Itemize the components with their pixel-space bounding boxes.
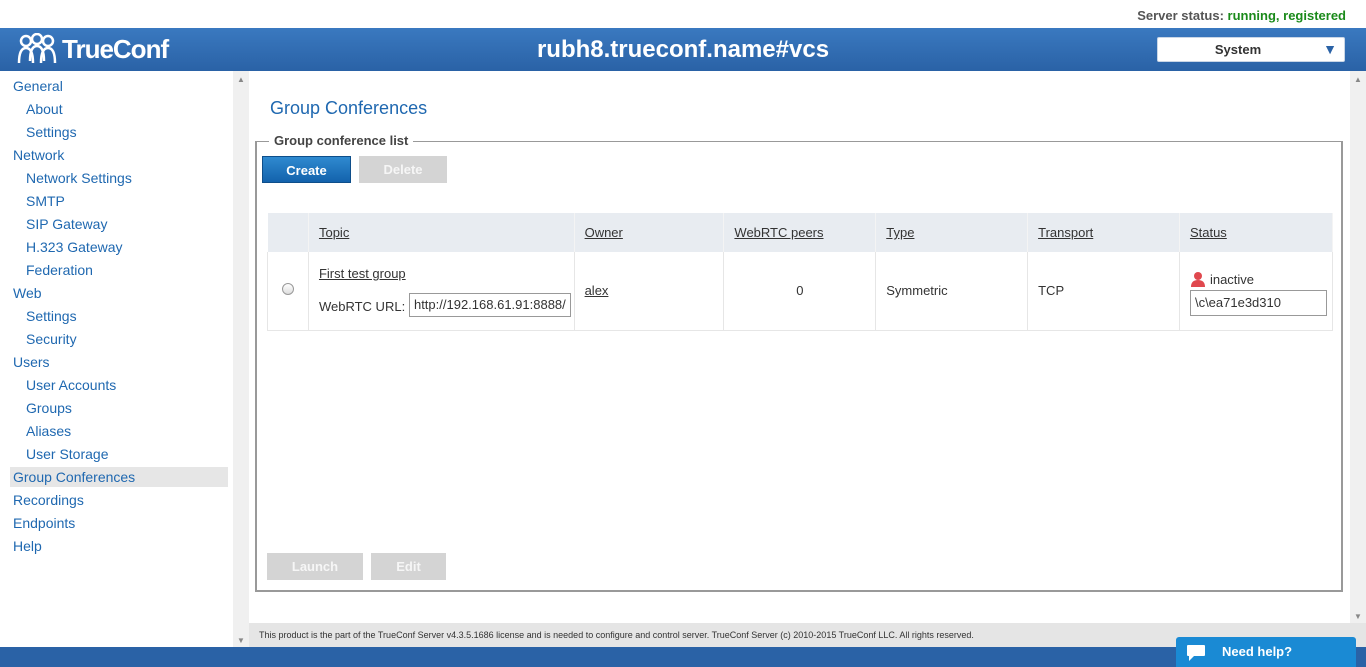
conference-table: Topic Owner WebRTC peers Type Transport … bbox=[267, 213, 1334, 331]
column-header-status[interactable]: Status bbox=[1179, 213, 1334, 252]
scroll-down-icon[interactable]: ▼ bbox=[237, 636, 245, 645]
system-select[interactable]: System ▼ bbox=[1157, 37, 1345, 62]
system-select-value: System bbox=[1214, 42, 1262, 57]
scroll-down-icon[interactable]: ▼ bbox=[1354, 612, 1362, 621]
main-content: Group Conferences Group conference list … bbox=[249, 71, 1350, 623]
page-title: Group Conferences bbox=[270, 98, 428, 118]
sidebar-nav: General About Settings Network Network S… bbox=[0, 71, 233, 647]
webrtc-url-field[interactable]: http://192.168.61.91:8888/ bbox=[408, 293, 571, 317]
topic-link[interactable]: First test group bbox=[319, 266, 406, 281]
edit-button[interactable]: Edit bbox=[371, 553, 446, 580]
sidebar-scrollbar[interactable]: ▲ ▼ bbox=[233, 71, 249, 647]
scroll-up-icon[interactable]: ▲ bbox=[1354, 75, 1362, 84]
select-column-header bbox=[267, 213, 309, 252]
sidebar-item-users[interactable]: Users bbox=[13, 352, 50, 372]
sidebar-item-smtp[interactable]: SMTP bbox=[26, 191, 65, 211]
topic-cell: First test group WebRTC URL: http://192.… bbox=[307, 252, 575, 331]
sidebar-item-user-storage[interactable]: User Storage bbox=[26, 444, 108, 464]
chat-bubble-icon bbox=[1187, 645, 1205, 661]
row-select-radio[interactable] bbox=[282, 283, 294, 296]
sidebar-item-endpoints[interactable]: Endpoints bbox=[13, 513, 75, 533]
conference-list-panel: Group conference list Create Delete Topi… bbox=[255, 133, 1343, 592]
sidebar-item-aliases[interactable]: Aliases bbox=[26, 421, 71, 441]
conference-id-field[interactable]: \c\ea71e3d310 bbox=[1189, 290, 1327, 317]
sidebar-item-about[interactable]: About bbox=[26, 99, 63, 119]
scroll-up-icon[interactable]: ▲ bbox=[237, 75, 245, 84]
sidebar-item-general[interactable]: General bbox=[13, 76, 63, 96]
server-status-bar: Server status: running, registered bbox=[0, 0, 1366, 28]
server-status-value: running, registered bbox=[1227, 8, 1346, 23]
table-header-row: Topic Owner WebRTC peers Type Transport … bbox=[267, 213, 1334, 252]
sidebar-item-group-conferences[interactable]: Group Conferences bbox=[10, 467, 228, 487]
column-header-owner[interactable]: Owner bbox=[574, 213, 725, 252]
column-header-transport[interactable]: Transport bbox=[1027, 213, 1180, 252]
sidebar-item-web[interactable]: Web bbox=[13, 283, 42, 303]
sidebar-item-general-settings[interactable]: Settings bbox=[26, 122, 77, 142]
status-text: inactive bbox=[1209, 271, 1255, 287]
webrtc-url-label: WebRTC URL: bbox=[318, 299, 406, 314]
create-button[interactable]: Create bbox=[262, 156, 351, 183]
delete-button[interactable]: Delete bbox=[359, 156, 447, 183]
status-cell: inactive \c\ea71e3d310 bbox=[1178, 252, 1334, 331]
column-header-type[interactable]: Type bbox=[875, 213, 1029, 252]
webrtc-peers-cell: 0 bbox=[723, 252, 877, 331]
type-cell: Symmetric bbox=[875, 252, 1029, 331]
column-header-webrtc-peers[interactable]: WebRTC peers bbox=[723, 213, 877, 252]
sidebar-item-recordings[interactable]: Recordings bbox=[13, 490, 84, 510]
owner-cell: alex bbox=[573, 252, 725, 331]
conference-list-legend: Group conference list bbox=[269, 133, 414, 148]
owner-link[interactable]: alex bbox=[585, 283, 609, 298]
sidebar-item-sip-gateway[interactable]: SIP Gateway bbox=[26, 214, 107, 234]
sidebar-item-federation[interactable]: Federation bbox=[26, 260, 93, 280]
user-inactive-icon bbox=[1190, 272, 1205, 288]
server-status: Server status: running, registered bbox=[1137, 8, 1346, 23]
column-header-topic[interactable]: Topic bbox=[308, 213, 575, 252]
sidebar-item-user-accounts[interactable]: User Accounts bbox=[26, 375, 116, 395]
row-select-cell bbox=[267, 252, 309, 331]
sidebar-item-groups[interactable]: Groups bbox=[26, 398, 72, 418]
bottom-bar bbox=[0, 647, 1366, 667]
header: TrueConf rubh8.trueconf.name#vcs System … bbox=[0, 28, 1366, 71]
sidebar-item-web-settings[interactable]: Settings bbox=[26, 306, 77, 326]
need-help-label: Need help? bbox=[1222, 644, 1293, 659]
sidebar-item-h323-gateway[interactable]: H.323 Gateway bbox=[26, 237, 123, 257]
sidebar-item-security[interactable]: Security bbox=[26, 329, 77, 349]
main-scrollbar[interactable]: ▲ ▼ bbox=[1350, 71, 1366, 623]
server-status-label: Server status: bbox=[1137, 8, 1224, 23]
dropdown-arrow-icon: ▼ bbox=[1323, 41, 1337, 57]
sidebar-item-help[interactable]: Help bbox=[13, 536, 42, 556]
transport-cell: TCP bbox=[1027, 252, 1180, 331]
table-row: First test group WebRTC URL: http://192.… bbox=[267, 252, 1334, 331]
launch-button[interactable]: Launch bbox=[267, 553, 363, 580]
need-help-widget[interactable]: Need help? bbox=[1176, 637, 1356, 667]
sidebar-item-network[interactable]: Network bbox=[13, 145, 64, 165]
sidebar-item-network-settings[interactable]: Network Settings bbox=[26, 168, 132, 188]
